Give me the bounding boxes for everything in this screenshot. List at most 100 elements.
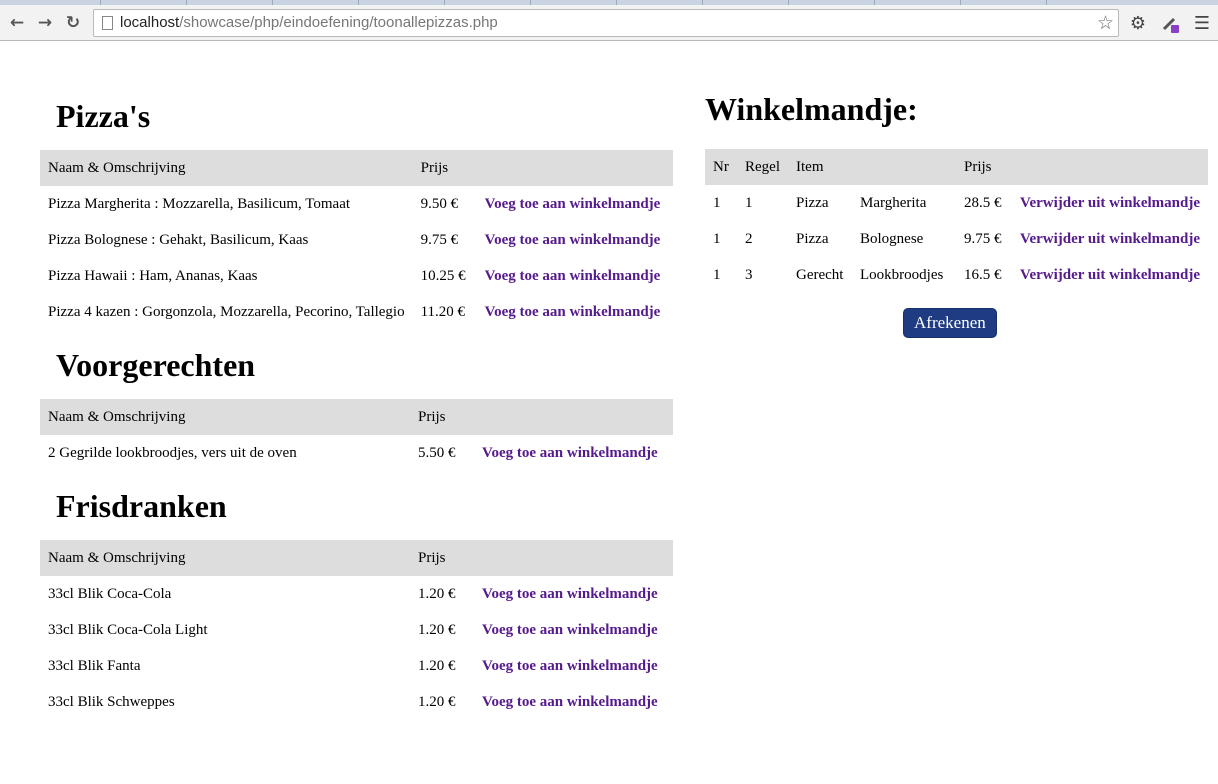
item-price: 1.20 € bbox=[418, 693, 456, 710]
table-row: 33cl Blik Fanta 1.20 € Voeg toe aan wink… bbox=[40, 648, 673, 684]
pizza-table: Naam & Omschrijving Prijs Pizza Margheri… bbox=[40, 150, 673, 330]
starters-table: Naam & Omschrijving Prijs 2 Gegrilde loo… bbox=[40, 399, 673, 471]
cart-item-name: Margherita bbox=[860, 194, 927, 211]
column-header-price: Prijs bbox=[964, 158, 992, 175]
browser-toolbar: ← → ↻ localhost/showcase/php/eindoefenin… bbox=[0, 5, 1218, 41]
table-header-row: Nr Regel Item Prijs bbox=[705, 149, 1208, 185]
table-header-row: Naam & Omschrijving Prijs bbox=[40, 150, 673, 186]
column-header-item-name bbox=[852, 149, 956, 185]
item-name: Pizza Bolognese : Gehakt, Basilicum, Kaa… bbox=[48, 231, 309, 248]
item-name: 2 Gegrilde lookbroodjes, vers uit de ove… bbox=[48, 444, 297, 461]
remove-from-cart-link[interactable]: Verwijder uit winkelmandje bbox=[1020, 195, 1200, 211]
hamburger-menu-icon[interactable]: ☰ bbox=[1190, 11, 1214, 35]
add-to-cart-link[interactable]: Voeg toe aan winkelmandje bbox=[485, 304, 661, 320]
checkout-button[interactable]: Afrekenen bbox=[903, 308, 997, 338]
item-price: 10.25 € bbox=[420, 267, 466, 284]
column-header-price: Prijs bbox=[418, 408, 446, 425]
item-price: 11.20 € bbox=[420, 303, 466, 320]
cart-nr: 1 bbox=[713, 194, 721, 211]
page-icon bbox=[102, 16, 113, 30]
table-row: 2 Gegrilde lookbroodjes, vers uit de ove… bbox=[40, 435, 673, 471]
cart-row: 1 3 Gerecht Lookbroodjes 16.5 € Verwijde… bbox=[705, 257, 1208, 293]
table-header-row: Naam & Omschrijving Prijs bbox=[40, 399, 673, 435]
item-price: 1.20 € bbox=[418, 585, 456, 602]
column-header-price: Prijs bbox=[420, 159, 449, 176]
add-to-cart-link[interactable]: Voeg toe aan winkelmandje bbox=[485, 268, 661, 284]
column-header-nr: Nr bbox=[713, 158, 729, 175]
eyedropper-icon[interactable] bbox=[1158, 11, 1182, 35]
reload-icon: ↻ bbox=[65, 13, 81, 33]
item-price: 9.50 € bbox=[420, 195, 459, 212]
column-header-name: Naam & Omschrijving bbox=[48, 549, 186, 566]
column-header-name: Naam & Omschrijving bbox=[48, 408, 186, 425]
cart-row: 1 2 Pizza Bolognese 9.75 € Verwijder uit… bbox=[705, 221, 1208, 257]
column-header-action bbox=[477, 150, 673, 186]
cart-line: 2 bbox=[745, 230, 753, 247]
remove-from-cart-link[interactable]: Verwijder uit winkelmandje bbox=[1020, 267, 1200, 283]
item-price: 1.20 € bbox=[418, 621, 456, 638]
add-to-cart-link[interactable]: Voeg toe aan winkelmandje bbox=[482, 658, 658, 674]
cart-item-name: Bolognese bbox=[860, 230, 924, 247]
reload-button[interactable]: ↻ bbox=[61, 11, 85, 35]
back-button[interactable]: ← bbox=[5, 11, 29, 35]
add-to-cart-link[interactable]: Voeg toe aan winkelmandje bbox=[482, 445, 658, 461]
cart-price: 28.5 € bbox=[964, 194, 1002, 211]
item-name: Pizza 4 kazen : Gorgonzola, Mozzarella, … bbox=[48, 303, 405, 320]
cart-item-type: Pizza bbox=[796, 194, 829, 211]
cart-table: Nr Regel Item Prijs 1 1 Pizza Margherita… bbox=[705, 149, 1208, 293]
cart-row: 1 1 Pizza Margherita 28.5 € Verwijder ui… bbox=[705, 185, 1208, 221]
arrow-left-icon: ← bbox=[9, 13, 25, 33]
cart-title: Winkelmandje: bbox=[705, 91, 918, 127]
item-name: 33cl Blik Coca-Cola Light bbox=[48, 621, 208, 638]
item-price: 5.50 € bbox=[418, 444, 456, 461]
column-header-line: Regel bbox=[745, 158, 780, 175]
item-name: Pizza Hawaii : Ham, Ananas, Kaas bbox=[48, 267, 258, 284]
item-name: 33cl Blik Fanta bbox=[48, 657, 141, 674]
column-header-item: Item bbox=[796, 158, 824, 175]
column-header-action bbox=[1012, 149, 1208, 185]
item-name: 33cl Blik Coca-Cola bbox=[48, 585, 172, 602]
item-name: Pizza Margherita : Mozzarella, Basilicum… bbox=[48, 195, 351, 212]
table-row: 33cl Blik Coca-Cola 1.20 € Voeg toe aan … bbox=[40, 576, 673, 612]
column-header-action bbox=[474, 540, 673, 576]
column-header-price: Prijs bbox=[418, 549, 446, 566]
cart-item-type: Gerecht bbox=[796, 266, 844, 283]
cart-line: 1 bbox=[745, 194, 753, 211]
table-row: Pizza Hawaii : Ham, Ananas, Kaas 10.25 €… bbox=[40, 258, 673, 294]
table-header-row: Naam & Omschrijving Prijs bbox=[40, 540, 673, 576]
column-header-name: Naam & Omschrijving bbox=[48, 159, 186, 176]
cart-line: 3 bbox=[745, 266, 753, 283]
table-row: Pizza Margherita : Mozzarella, Basilicum… bbox=[40, 186, 673, 222]
cart-item-type: Pizza bbox=[796, 230, 829, 247]
add-to-cart-link[interactable]: Voeg toe aan winkelmandje bbox=[482, 586, 658, 602]
column-header-action bbox=[474, 399, 673, 435]
drinks-table: Naam & Omschrijving Prijs 33cl Blik Coca… bbox=[40, 540, 673, 720]
cart-price: 16.5 € bbox=[964, 266, 1002, 283]
url-path: /showcase/php/eindoefening/toonallepizza… bbox=[179, 14, 498, 31]
section-title-starters: Voorgerechten bbox=[56, 347, 256, 383]
item-price: 1.20 € bbox=[418, 657, 456, 674]
add-to-cart-link[interactable]: Voeg toe aan winkelmandje bbox=[482, 694, 658, 710]
arrow-right-icon: → bbox=[37, 13, 53, 33]
remove-from-cart-link[interactable]: Verwijder uit winkelmandje bbox=[1020, 231, 1200, 247]
section-title-pizzas: Pizza's bbox=[56, 98, 151, 134]
add-to-cart-link[interactable]: Voeg toe aan winkelmandje bbox=[485, 232, 661, 248]
forward-button[interactable]: → bbox=[33, 11, 57, 35]
url-host: localhost bbox=[120, 14, 180, 31]
add-to-cart-link[interactable]: Voeg toe aan winkelmandje bbox=[485, 196, 661, 212]
table-row: Pizza Bolognese : Gehakt, Basilicum, Kaa… bbox=[40, 222, 673, 258]
section-title-soft-drinks: Frisdranken bbox=[56, 488, 227, 524]
cart-nr: 1 bbox=[713, 266, 721, 283]
cart-nr: 1 bbox=[713, 230, 721, 247]
item-price: 9.75 € bbox=[420, 231, 459, 248]
table-row: 33cl Blik Schweppes 1.20 € Voeg toe aan … bbox=[40, 684, 673, 720]
table-row: 33cl Blik Coca-Cola Light 1.20 € Voeg to… bbox=[40, 612, 673, 648]
star-icon[interactable]: ☆ bbox=[1097, 10, 1114, 36]
cart-item-name: Lookbroodjes bbox=[860, 266, 944, 283]
table-row: Pizza 4 kazen : Gorgonzola, Mozzarella, … bbox=[40, 294, 673, 330]
item-name: 33cl Blik Schweppes bbox=[48, 693, 175, 710]
address-bar[interactable]: localhost/showcase/php/eindoefening/toon… bbox=[93, 9, 1119, 37]
gear-icon[interactable]: ⚙ bbox=[1126, 11, 1150, 35]
cart-price: 9.75 € bbox=[964, 230, 1002, 247]
add-to-cart-link[interactable]: Voeg toe aan winkelmandje bbox=[482, 622, 658, 638]
